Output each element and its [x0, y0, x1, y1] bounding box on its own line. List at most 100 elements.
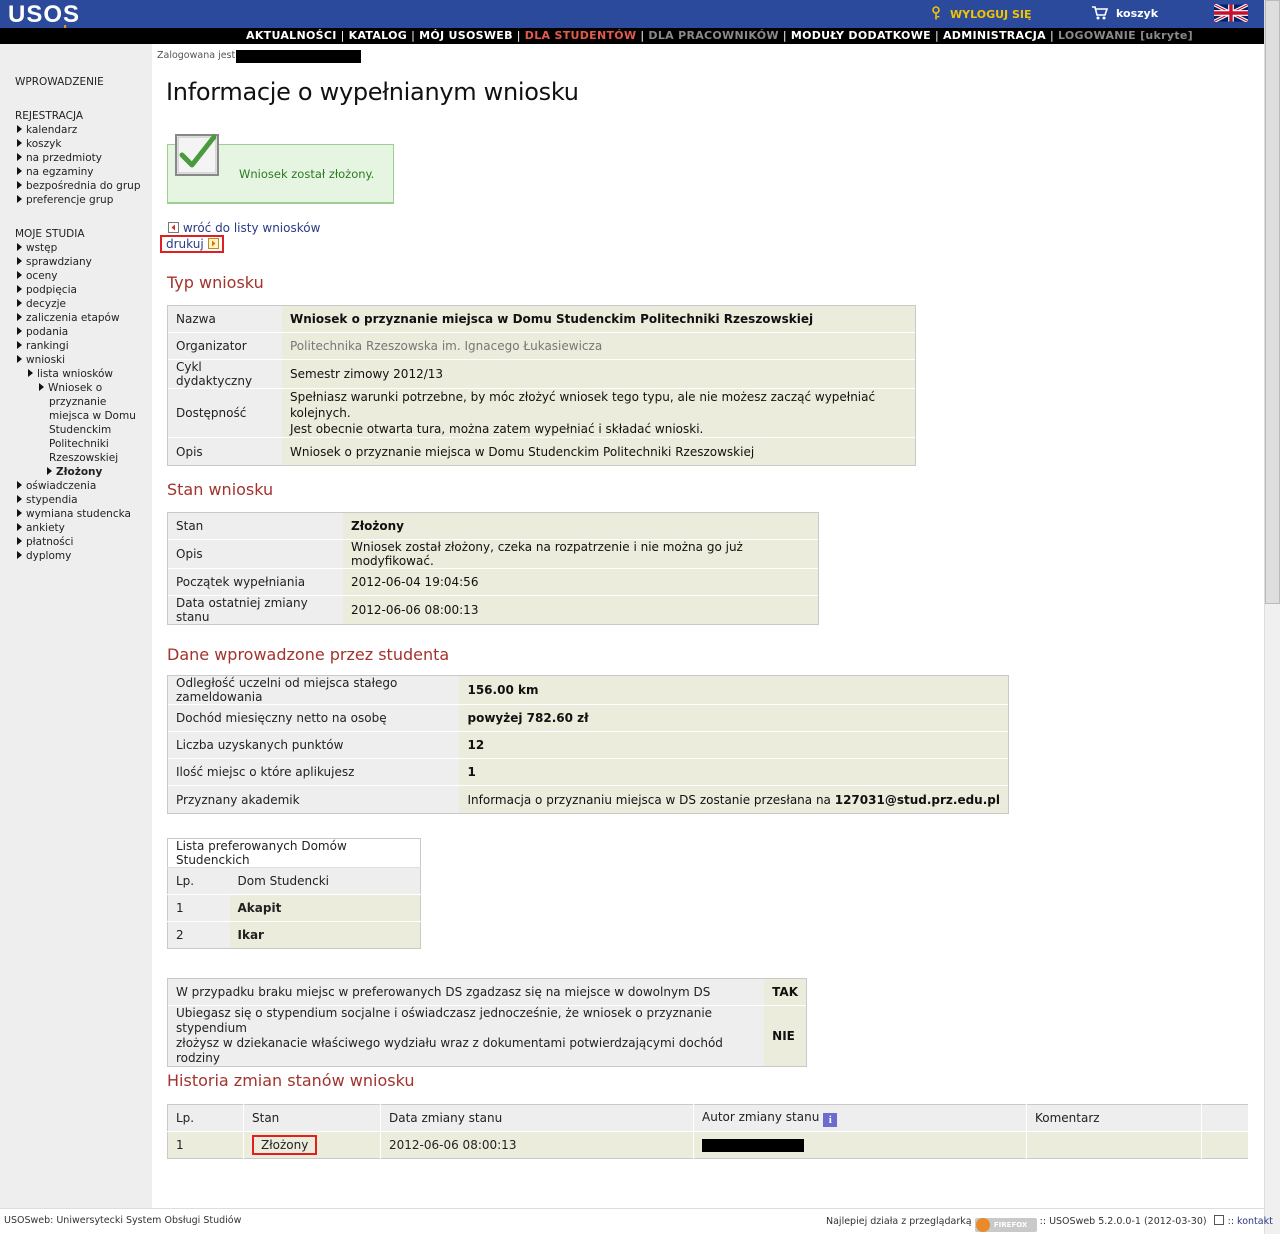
- col-dorm: Dom Studencki: [229, 867, 421, 895]
- checkbox-icon[interactable]: [1213, 1215, 1224, 1225]
- sidebar-subitem[interactable]: przyznanie: [49, 395, 106, 409]
- sidebar-item[interactable]: oświadczenia: [17, 479, 96, 493]
- sidebar-item[interactable]: zaliczenia etapów: [17, 311, 120, 325]
- sidebar-item[interactable]: podania: [17, 325, 68, 339]
- col-author-label: Autor zmiany stanu: [702, 1109, 820, 1124]
- sidebar-item-label: na egzaminy: [26, 166, 94, 178]
- contact-link[interactable]: :: kontakt: [1228, 1216, 1273, 1227]
- sidebar-subitem[interactable]: miejsca w Domu: [49, 409, 136, 423]
- type-value: Wniosek o przyznanie miejsca w Domu Stud…: [282, 306, 915, 333]
- sidebar-item-label: oświadczenia: [26, 480, 97, 492]
- nav-item[interactable]: AKTUALNOŚCI: [246, 29, 337, 42]
- sidebar-item[interactable]: oceny: [17, 269, 58, 283]
- nav-item[interactable]: MODUŁY DODATKOWE: [791, 29, 931, 42]
- triangle-right-icon: [17, 341, 22, 349]
- sidebar-item[interactable]: wymiana studencka: [17, 507, 131, 521]
- sidebar-item[interactable]: stypendia: [17, 493, 78, 507]
- type-label: Nazwa: [168, 306, 282, 333]
- declaration-row: Ubiegasz się o stypendium socjalne i ośw…: [168, 1006, 806, 1066]
- back-to-list-link[interactable]: wróć do listy wniosków: [168, 221, 320, 235]
- info-icon[interactable]: i: [823, 1112, 838, 1127]
- nav-item[interactable]: KATALOG: [349, 29, 407, 42]
- sidebar-item[interactable]: wstęp: [17, 241, 57, 255]
- sidebar-item[interactable]: wnioski: [17, 353, 65, 367]
- triangle-right-icon: [28, 369, 33, 377]
- sidebar-item-label: wstęp: [26, 242, 58, 254]
- sidebar-item[interactable]: płatności: [17, 535, 73, 549]
- declaration-row: W przypadku braku miejsc w preferowanych…: [168, 979, 806, 1006]
- preferred-dorms-table: Lista preferowanych Domów Studenckich Lp…: [167, 838, 421, 949]
- sidebar-item[interactable]: preferencje grup: [17, 193, 113, 207]
- sidebar-subitem[interactable]: Wniosek o: [39, 381, 102, 395]
- nav-item[interactable]: DLA PRACOWNIKÓW: [648, 29, 778, 42]
- nav-item[interactable]: LOGOWANIE [ukryte]: [1058, 29, 1193, 42]
- sidebar-item[interactable]: podpięcia: [17, 283, 77, 297]
- logout-link[interactable]: WYLOGUJ SIĘ: [930, 6, 1031, 21]
- sidebar-item[interactable]: koszyk: [17, 137, 61, 151]
- organizer-link[interactable]: Politechnika Rzeszowska im. Ignacego Łuk…: [282, 333, 915, 360]
- triangle-right-icon: [17, 167, 22, 175]
- sidebar-item[interactable]: na egzaminy: [17, 165, 94, 179]
- main-nav-list: AKTUALNOŚCI | KATALOG | MÓJ USOSWEB | DLA STUD…: [246, 29, 1193, 42]
- table-row: 1 Złożony 2012-06-06 08:00:13: [167, 1131, 1249, 1159]
- triangle-right-icon: [17, 509, 22, 517]
- sidebar-item[interactable]: bezpośrednia do grup: [17, 179, 140, 193]
- success-message: Wniosek został złożony.: [239, 167, 375, 181]
- status-highlight: Złożony: [252, 1135, 318, 1155]
- sidebar-intro[interactable]: WPROWADZENIE: [15, 76, 104, 88]
- back-link-label: wróć do listy wniosków: [182, 221, 321, 235]
- sidebar-subitem[interactable]: lista wniosków: [28, 367, 113, 381]
- cell-lp: 1: [167, 1131, 244, 1159]
- sidebar-item[interactable]: ankiety: [17, 521, 65, 535]
- state-value: Wniosek został złożony, czeka na rozpatr…: [343, 540, 818, 569]
- type-label: Opis: [168, 438, 282, 465]
- sidebar-studies-title[interactable]: MOJE STUDIA: [15, 228, 85, 240]
- sidebar-item[interactable]: dyplomy: [17, 549, 71, 563]
- print-link[interactable]: drukuj: [160, 235, 224, 253]
- sidebar-item[interactable]: kalendarz: [17, 123, 77, 137]
- top-bar: USOS web WYLOGUJ SIĘ koszyk: [0, 0, 1264, 40]
- nav-item[interactable]: DLA STUDENTÓW: [525, 29, 637, 42]
- state-row: Początek wypełniania 2012-06-04 19:04:56: [168, 569, 818, 596]
- state-row: Opis Wniosek został złożony, czeka na roz…: [168, 540, 818, 569]
- cell-dorm: Akapit: [229, 894, 421, 922]
- cell-empty: [1201, 1131, 1249, 1159]
- firefox-badge[interactable]: FIREFOX: [974, 1218, 1037, 1232]
- sidebar-item[interactable]: na przedmioty: [17, 151, 102, 165]
- nav-item[interactable]: MÓJ USOSWEB: [419, 29, 513, 42]
- redacted-author: [702, 1138, 804, 1152]
- key-icon: [932, 6, 940, 20]
- data-section-title: Dane wprowadzone przez studenta: [167, 645, 450, 664]
- sidebar-item-label: na przedmioty: [26, 152, 102, 164]
- sidebar-subitem[interactable]: Rzeszowskiej: [49, 451, 118, 465]
- availability-line-1: Spełniasz warunki potrzebne, by móc złoż…: [290, 390, 876, 420]
- nav-item[interactable]: ADMINISTRACJA: [943, 29, 1046, 42]
- sidebar-item[interactable]: decyzje: [17, 297, 66, 311]
- arrow-left-icon: [168, 222, 179, 233]
- preferred-caption: Lista preferowanych Domów Studenckich: [167, 838, 421, 868]
- redacted-username: [236, 50, 361, 63]
- data-row: Dochód miesięczny netto na osobę powyżej …: [168, 705, 1008, 732]
- cart-link[interactable]: koszyk: [1092, 6, 1158, 20]
- availability-line-2: Jest obecnie otwarta tura, można zatem w…: [290, 422, 704, 436]
- sidebar-subitem[interactable]: Politechniki: [49, 437, 109, 451]
- sidebar-item[interactable]: sprawdziany: [17, 255, 92, 269]
- state-label: Stan: [168, 513, 343, 540]
- sidebar-subitem[interactable]: Studenckim: [49, 423, 111, 437]
- sidebar-subitem-current[interactable]: Złożony: [47, 465, 102, 479]
- sidebar-item-label: sprawdziany: [26, 256, 92, 268]
- arrow-right-icon: [207, 238, 219, 249]
- col-comment: Komentarz: [1026, 1104, 1202, 1132]
- state-value: Złożony: [343, 513, 818, 540]
- uk-flag-icon[interactable]: [1214, 4, 1248, 22]
- history-table: Lp. Stan Data zmiany stanu Autor zmiany …: [167, 1104, 1249, 1159]
- col-author: Autor zmiany stanu i: [693, 1104, 1027, 1132]
- triangle-right-icon: [17, 327, 22, 335]
- scrollbar-thumb[interactable]: [1265, 0, 1280, 604]
- col-date: Data zmiany stanu: [380, 1104, 694, 1132]
- sidebar-registration-title[interactable]: REJESTRACJA: [15, 110, 83, 122]
- cell-author: [693, 1131, 1027, 1159]
- sidebar-item[interactable]: rankingi: [17, 339, 69, 353]
- col-status: Stan: [243, 1104, 381, 1132]
- preferred-header-row: Lp. Dom Studencki: [167, 867, 421, 895]
